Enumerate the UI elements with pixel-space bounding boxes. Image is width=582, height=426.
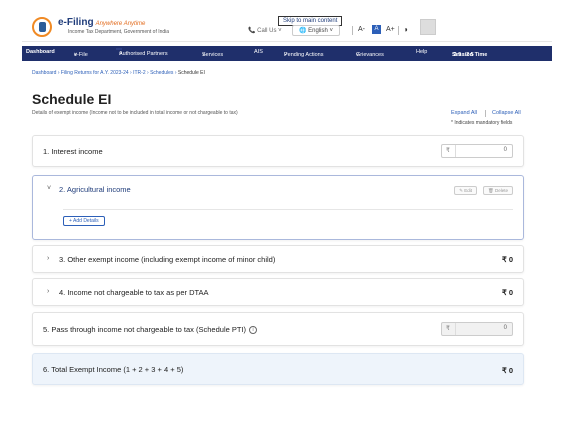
page-subtitle: Details of exempt income (Income not to …	[32, 110, 238, 116]
interest-income-row: 1. Interest income ₹ 0	[32, 135, 524, 167]
breadcrumb-itr2[interactable]: ITR-2	[133, 70, 146, 76]
breadcrumb-filing-returns[interactable]: Filing Returns for A.Y. 2023-24	[61, 70, 129, 76]
pass-through-income-label: 5. Pass through income not chargeable to…	[43, 325, 247, 334]
dtaa-income-label: 4. Income not chargeable to tax as per D…	[59, 288, 209, 297]
rupee-icon: ₹	[446, 148, 450, 154]
nav-ais[interactable]: AIS	[254, 49, 263, 55]
pass-through-income-input: ₹ 0	[441, 322, 513, 336]
page-title: Schedule EI	[32, 91, 112, 107]
nav-pending-actions-label: Pending Actions	[284, 52, 324, 58]
interest-income-value: 0	[503, 147, 507, 153]
pass-through-income-value: 0	[503, 325, 507, 331]
language-select[interactable]: 🌐 English ˅	[292, 25, 340, 36]
interest-income-label: 1. Interest income	[43, 147, 103, 156]
call-us-button[interactable]: 📞 Call Us ˅	[248, 27, 282, 34]
other-exempt-income-label: 3. Other exempt income (including exempt…	[59, 255, 276, 264]
pass-through-income-label-wrap: 5. Pass through income not chargeable to…	[43, 325, 258, 335]
breadcrumb-dashboard[interactable]: Dashboard	[32, 70, 56, 76]
collapse-all-link[interactable]: Collapse All	[492, 110, 521, 116]
rupee-icon: ₹	[446, 326, 450, 332]
mandatory-note: * Indicates mandatory fields	[451, 120, 513, 126]
agricultural-income-section: ˅ 2. Agricultural income ✎ Edit 🗑 Delete…	[32, 175, 524, 240]
expand-all-link[interactable]: Expand All	[451, 110, 477, 116]
interest-income-input[interactable]: ₹ 0	[441, 144, 513, 158]
dtaa-income-amount: ₹ 0	[501, 288, 513, 297]
other-exempt-income-amount: ₹ 0	[501, 255, 513, 264]
nav-authorised-partners-label: Authorised Partners	[119, 51, 168, 57]
call-us-label: Call Us	[257, 28, 277, 34]
breadcrumb-separator: ›	[174, 70, 177, 76]
info-icon[interactable]: i	[249, 326, 258, 335]
breadcrumb-separator: ›	[130, 70, 132, 76]
divider	[485, 110, 486, 117]
add-details-button[interactable]: + Add Details	[63, 216, 105, 226]
divider	[398, 26, 399, 35]
breadcrumb-separator: ›	[147, 70, 149, 76]
divider	[455, 323, 456, 335]
font-normal-button[interactable]: A	[372, 25, 381, 34]
total-exempt-income-label: 6. Total Exempt Income (1 + 2 + 3 + 4 + …	[43, 365, 184, 374]
session-value: 2 9 : 2 5	[453, 52, 474, 58]
user-avatar[interactable]	[420, 19, 436, 35]
session-timer: Session Time 2 9 : 2 5	[452, 49, 487, 58]
nav-help[interactable]: Help	[416, 49, 427, 55]
nav-dashboard[interactable]: Dashboard	[26, 49, 55, 55]
main-navigation: Dashboard e-File ˅ Authorised Partners ˅…	[22, 46, 552, 61]
language-label: English	[308, 28, 328, 34]
chevron-down-icon: ˅	[356, 52, 360, 58]
brand-tagline: Anywhere Anytime	[95, 21, 146, 27]
pass-through-income-row: 5. Pass through income not chargeable to…	[32, 312, 524, 346]
chevron-down-icon: ˅	[284, 52, 288, 58]
brand-name: e-Filing	[58, 17, 94, 28]
nav-authorised-partners[interactable]: Authorised Partners ˅	[116, 48, 168, 57]
divider	[455, 145, 456, 157]
font-decrease-button[interactable]: A-	[358, 26, 365, 33]
brand-subtitle: Income Tax Department, Government of Ind…	[68, 29, 170, 35]
other-exempt-income-row[interactable]: › 3. Other exempt income (including exem…	[32, 245, 524, 273]
font-increase-button[interactable]: A+	[386, 26, 395, 33]
agricultural-income-label[interactable]: 2. Agricultural income	[59, 185, 131, 194]
dtaa-income-row[interactable]: › 4. Income not chargeable to tax as per…	[32, 278, 524, 306]
chevron-down-icon[interactable]: ˅	[47, 185, 51, 192]
chevron-down-icon: ˅	[202, 52, 206, 58]
chevron-right-icon[interactable]: ›	[47, 255, 49, 262]
breadcrumb-current: Schedule EI	[177, 70, 205, 76]
chevron-right-icon[interactable]: ›	[47, 288, 49, 295]
divider	[63, 209, 513, 210]
edit-button[interactable]: ✎ Edit	[454, 186, 477, 195]
nav-grievances-label: Grievances	[356, 52, 384, 58]
chevron-down-icon: ˅	[119, 51, 123, 57]
emblem-logo-icon	[32, 17, 52, 37]
chevron-down-icon: ˅	[74, 52, 78, 58]
breadcrumb-separator: ›	[57, 70, 60, 76]
delete-button[interactable]: 🗑 Delete	[483, 186, 513, 195]
total-exempt-income-row: 6. Total Exempt Income (1 + 2 + 3 + 4 + …	[32, 353, 524, 385]
site-header: e-Filing Anywhere Anytime Income Tax Depa…	[22, 12, 552, 42]
breadcrumb-schedules[interactable]: Schedules	[150, 70, 173, 76]
divider	[352, 26, 353, 35]
brand-title[interactable]: e-Filing Anywhere Anytime	[58, 17, 145, 28]
breadcrumb: Dashboard › Filing Returns for A.Y. 2023…	[32, 70, 205, 76]
total-exempt-income-amount: ₹ 0	[501, 366, 513, 375]
contrast-toggle-icon[interactable]: ◑	[403, 25, 408, 34]
